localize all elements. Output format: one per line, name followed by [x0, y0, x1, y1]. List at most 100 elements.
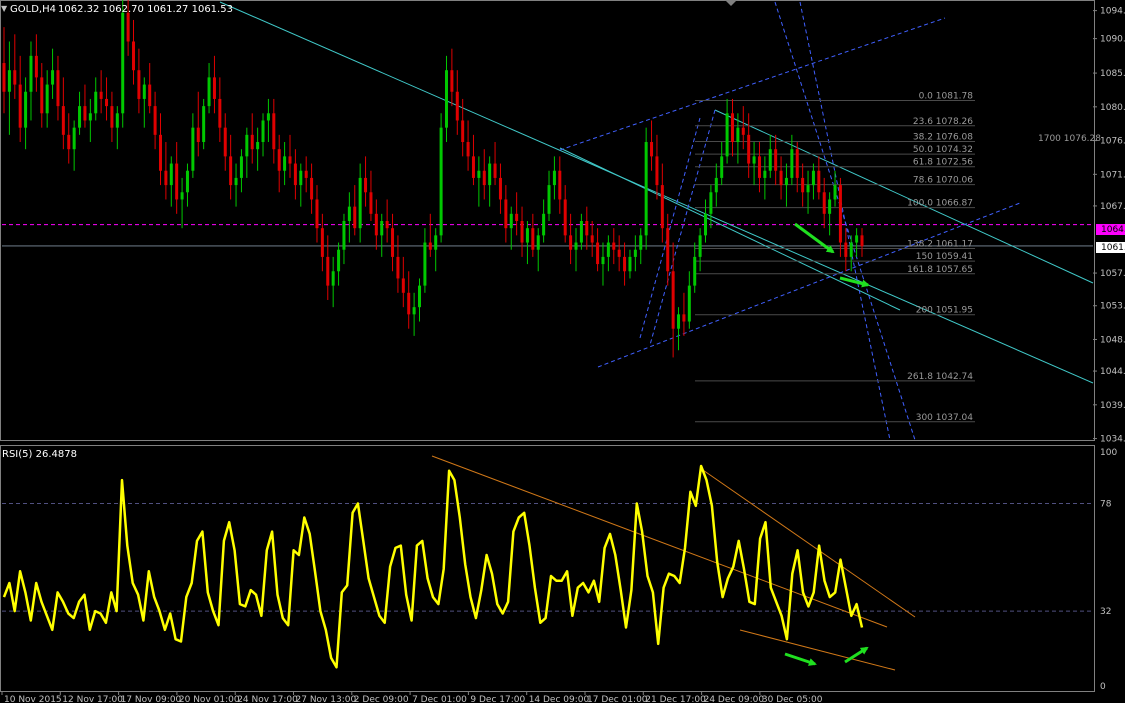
- candle-body: [704, 213, 708, 236]
- rsi-lower-trendline[interactable]: [739, 629, 896, 671]
- price-axis-label: 1080.90: [1100, 103, 1125, 113]
- candle-body: [542, 213, 546, 236]
- candle-body: [412, 307, 416, 315]
- rsi-axis-label: 32: [1100, 607, 1111, 617]
- fib-level-label: 38.2 1076.08: [913, 132, 973, 142]
- candle-body: [628, 256, 632, 272]
- candle-body: [817, 170, 821, 193]
- fib-level-label: 261.8 1042.74: [907, 372, 973, 382]
- ohlc-readout: 1062.32 1062.70 1061.27 1061.53: [58, 4, 233, 15]
- candle-body: [180, 192, 184, 200]
- time-axis-label: 14 Dec 09:00: [529, 695, 590, 703]
- candle-body: [277, 149, 281, 171]
- candle-body: [849, 242, 853, 257]
- rsi-upper-trendline-2[interactable]: [699, 467, 916, 618]
- candle-body: [579, 221, 583, 243]
- candle-body: [126, 12, 130, 42]
- candle-body: [78, 106, 82, 128]
- candle-body: [396, 256, 400, 279]
- candle-body: [838, 185, 842, 243]
- candle-body: [88, 113, 92, 121]
- candle-body: [644, 142, 648, 236]
- candle-body: [158, 134, 162, 171]
- candle-body: [844, 242, 848, 257]
- candle-body: [698, 235, 702, 257]
- candle-body: [337, 249, 341, 272]
- candle-body: [520, 221, 524, 243]
- candle-body: [822, 192, 826, 214]
- price-axis-label: 1053.20: [1100, 302, 1125, 312]
- candle-body: [142, 84, 146, 99]
- rsi-upper-trendline[interactable]: [431, 455, 888, 628]
- candle-body: [434, 235, 438, 250]
- candle-body: [13, 70, 17, 85]
- candle-body: [245, 134, 249, 157]
- candle-body: [121, 12, 125, 114]
- steep-fan-line-2[interactable]: [799, 1, 891, 441]
- candle-body: [374, 213, 378, 236]
- rsi-pane-frame: [0, 445, 1095, 692]
- candle-body: [730, 113, 734, 143]
- price-axis-label: 1085.60: [1100, 69, 1125, 79]
- candle-body: [40, 77, 44, 114]
- symbol-label: GOLD,H4: [10, 4, 56, 15]
- mid-trend-line[interactable]: [559, 147, 901, 311]
- green-arrow[interactable]: [794, 222, 835, 254]
- candle-body: [774, 149, 778, 171]
- time-axis-label: 9 Dec 17:00: [470, 695, 525, 703]
- candle-body: [504, 199, 508, 229]
- steep-fan-line-1[interactable]: [774, 1, 916, 441]
- time-axis-label: 2 Dec 09:00: [354, 695, 409, 703]
- candle-body: [860, 235, 864, 247]
- short-downtrend-line[interactable]: [714, 109, 1094, 284]
- candle-body: [229, 156, 233, 186]
- candle-body: [806, 185, 810, 193]
- candle-body: [569, 235, 573, 250]
- candle-body: [29, 55, 33, 92]
- candle-body: [7, 70, 11, 92]
- chart-shift-icon[interactable]: [725, 0, 737, 6]
- fib-level-label: 78.6 1070.06: [913, 176, 973, 186]
- candle-body: [623, 256, 627, 272]
- candle-body: [391, 228, 395, 257]
- grid-layer: 1094.30 1090.40 1085.60 1080.90 1076.20 1071.…: [1, 7, 1125, 703]
- candle-body: [828, 199, 832, 214]
- candle-body: [757, 156, 761, 178]
- candle-body: [347, 206, 351, 221]
- chart-canvas[interactable]: 1094.30 1090.40 1085.60 1080.90 1076.20 1071.…: [0, 0, 1125, 703]
- fib-level-label: 138.2 1061.17: [907, 240, 973, 250]
- candle-body: [790, 149, 794, 178]
- candle-body: [369, 192, 373, 214]
- candle-body: [493, 163, 497, 178]
- scroll-marker-icon[interactable]: ▼: [1, 4, 8, 13]
- candle-body: [407, 292, 411, 315]
- channel-upper-line[interactable]: [559, 17, 946, 151]
- time-axis-label: 7 Dec 01:00: [412, 695, 467, 703]
- fan-line-up[interactable]: [639, 117, 701, 339]
- candle-body: [795, 149, 799, 178]
- candle-body: [801, 177, 805, 193]
- candle-body: [83, 106, 87, 121]
- candle-body: [72, 127, 76, 150]
- candle-body: [720, 156, 724, 178]
- candle-body: [56, 70, 60, 107]
- price-axis-label: 1071.50: [1100, 170, 1125, 180]
- candle-body: [94, 91, 98, 114]
- time-axis-label: 24 Dec 09:00: [704, 695, 765, 703]
- candle-body: [558, 170, 562, 200]
- candle-body: [833, 185, 837, 200]
- candle-body: [423, 242, 427, 286]
- candle-body: [51, 70, 55, 85]
- time-axis-label: 27 Nov 13:00: [296, 695, 357, 703]
- candle-body: [310, 177, 314, 200]
- candle-body: [477, 170, 481, 178]
- time-axis-label: 21 Dec 17:00: [645, 695, 706, 703]
- green-arrow[interactable]: [784, 652, 817, 666]
- time-axis-label: 24 Nov 17:00: [237, 695, 298, 703]
- fib-level-label: 200 1051.95: [916, 306, 973, 316]
- price-axis-label: 1034.70: [1100, 435, 1125, 445]
- price-axis-label: 1076.20: [1100, 137, 1125, 147]
- fib-level-label: 61.8 1072.56: [913, 158, 973, 168]
- candle-body: [509, 213, 513, 229]
- candle-body: [601, 256, 605, 265]
